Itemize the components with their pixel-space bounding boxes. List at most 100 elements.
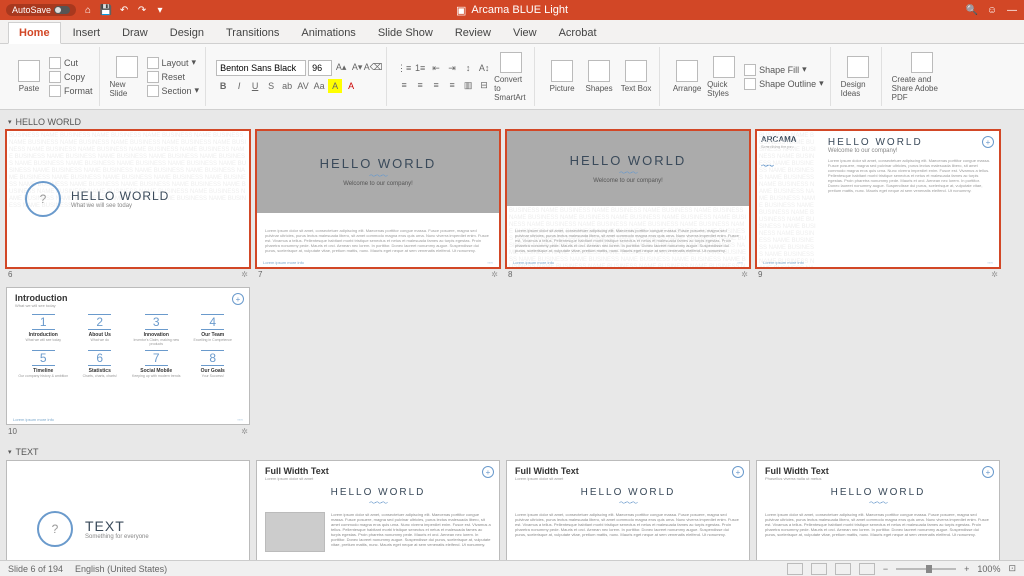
search-icon[interactable]: 🔍 — [966, 4, 978, 16]
slide-subtitle: Welcome to our company! — [828, 148, 991, 154]
picture-button[interactable]: Picture — [545, 52, 579, 102]
autosave-toggle[interactable]: AutoSave — [6, 4, 76, 16]
tab-home[interactable]: Home — [8, 22, 61, 44]
bullets-button[interactable]: ⋮≡ — [397, 61, 411, 75]
shapes-button[interactable]: Shapes — [582, 52, 616, 102]
zoom-in-button[interactable]: + — [964, 564, 969, 574]
columns-button[interactable]: ▥ — [461, 78, 475, 92]
align-left-button[interactable]: ≡ — [397, 78, 411, 92]
qat-dropdown-icon[interactable]: ▾ — [154, 4, 166, 16]
shadow-button[interactable]: ab — [280, 79, 294, 93]
design-ideas-button[interactable]: Design Ideas — [841, 52, 875, 102]
home-icon[interactable]: ⌂ — [82, 4, 94, 16]
slide-title: HELLO WORLD — [757, 487, 999, 498]
format-painter-button[interactable]: Format — [49, 84, 93, 98]
slideshow-view-button[interactable] — [859, 563, 875, 575]
zoom-out-button[interactable]: − — [883, 564, 888, 574]
section-header-hello[interactable]: ▾HELLO WORLD — [6, 114, 1018, 130]
tab-insert[interactable]: Insert — [63, 23, 111, 43]
document-title: ▣ Arcama BLUE Light — [456, 4, 568, 17]
user-icon[interactable]: ☺ — [986, 4, 998, 16]
slide-title: HELLO WORLD — [507, 487, 749, 498]
strike-button[interactable]: S — [264, 79, 278, 93]
language-status[interactable]: English (United States) — [75, 564, 167, 574]
highlight-button[interactable]: A — [328, 79, 342, 93]
slide-thumb-10[interactable]: + Introduction What we will see today 1I… — [6, 287, 250, 425]
wave-decoration-icon: ～～～ — [757, 498, 999, 508]
minimize-icon[interactable]: ― — [1006, 4, 1018, 16]
tab-design[interactable]: Design — [160, 23, 214, 43]
arrange-button[interactable]: Arrange — [670, 52, 704, 102]
font-size-combo[interactable] — [308, 60, 332, 76]
slide-thumb-12[interactable]: + Full Width Text Lorem ipsum dolor sit … — [256, 460, 500, 560]
align-text-button[interactable]: ⊟ — [477, 78, 491, 92]
clear-format-button[interactable]: A⌫ — [366, 60, 380, 74]
undo-icon[interactable]: ↶ — [118, 4, 130, 16]
zoom-level[interactable]: 100% — [977, 564, 1000, 574]
quick-styles-button[interactable]: Quick Styles — [707, 52, 741, 102]
plus-icon: + — [232, 293, 244, 305]
indent-left-button[interactable]: ⇤ — [429, 61, 443, 75]
bold-button[interactable]: B — [216, 79, 230, 93]
slide-thumb-14[interactable]: + Full Width Text Phasellus viverra null… — [756, 460, 1000, 560]
slide-sorter-canvas[interactable]: ▾HELLO WORLD BUSINESS NAME BUSINESS NAME… — [0, 110, 1024, 560]
indent-right-button[interactable]: ⇥ — [445, 61, 459, 75]
italic-button[interactable]: I — [232, 79, 246, 93]
fit-to-window-button[interactable]: ⊡ — [1008, 563, 1016, 574]
numbering-button[interactable]: 1≡ — [413, 61, 427, 75]
font-family-combo[interactable] — [216, 60, 306, 76]
new-slide-button[interactable]: New Slide — [110, 52, 144, 102]
align-right-button[interactable]: ≡ — [429, 78, 443, 92]
tab-review[interactable]: Review — [445, 23, 501, 43]
wave-decoration-icon: ～～～ — [257, 498, 499, 508]
ribbon: Paste Cut Copy Format New Slide Layout ▾… — [0, 44, 1024, 110]
slide-thumb-7[interactable]: HELLO WORLD ～～～ Welcome to our company! … — [256, 130, 500, 268]
textbox-button[interactable]: Text Box — [619, 52, 653, 102]
shape-outline-button[interactable]: Shape Outline ▾ — [744, 77, 824, 91]
intro-item: 4Our TeamExcelling in Competence — [187, 314, 240, 346]
animation-indicator-icon: ✲ — [491, 270, 498, 279]
tab-slideshow[interactable]: Slide Show — [368, 23, 443, 43]
tab-transitions[interactable]: Transitions — [216, 23, 289, 43]
text-direction-button[interactable]: A↕ — [477, 61, 491, 75]
slide-thumb-11[interactable]: ? TEXT Something for everyone — [6, 460, 250, 560]
tab-animations[interactable]: Animations — [291, 23, 365, 43]
underline-button[interactable]: U — [248, 79, 262, 93]
layout-button[interactable]: Layout ▾ — [147, 56, 200, 70]
slide-title: Introduction — [15, 293, 241, 303]
zoom-slider[interactable] — [896, 568, 956, 570]
line-spacing-button[interactable]: ↕ — [461, 61, 475, 75]
section-header-text[interactable]: ▾TEXT — [6, 444, 1018, 460]
section-button[interactable]: Section ▾ — [147, 84, 200, 98]
normal-view-button[interactable] — [787, 563, 803, 575]
convert-smartart-button[interactable]: Convert to SmartArt — [494, 52, 528, 102]
case-button[interactable]: Aa — [312, 79, 326, 93]
adobe-pdf-button[interactable]: Create and Share Adobe PDF — [892, 52, 952, 102]
tab-draw[interactable]: Draw — [112, 23, 158, 43]
footer-text: Lorem ipsum more info — [513, 260, 554, 265]
spacing-button[interactable]: AV — [296, 79, 310, 93]
shape-fill-button[interactable]: Shape Fill ▾ — [744, 63, 824, 77]
justify-button[interactable]: ≡ — [445, 78, 459, 92]
copy-button[interactable]: Copy — [49, 70, 93, 84]
slide-heading: Full Width Text — [507, 461, 749, 476]
decrease-font-button[interactable]: A▾ — [350, 60, 364, 74]
slide-thumb-9[interactable]: + BUSINESS NAME BUSINESS NAME BUSINESS N… — [756, 130, 1000, 268]
reset-button[interactable]: Reset — [147, 70, 200, 84]
redo-icon[interactable]: ↷ — [136, 4, 148, 16]
save-icon[interactable]: 💾 — [100, 4, 112, 16]
tab-acrobat[interactable]: Acrobat — [549, 23, 607, 43]
slide-thumb-6[interactable]: BUSINESS NAME BUSINESS NAME BUSINESS NAM… — [6, 130, 250, 268]
tab-view[interactable]: View — [503, 23, 547, 43]
cut-button[interactable]: Cut — [49, 56, 93, 70]
paste-button[interactable]: Paste — [12, 52, 46, 102]
slide-thumb-13[interactable]: + Full Width Text Lorem ipsum dolor sit … — [506, 460, 750, 560]
slide-number: 8 — [508, 270, 512, 279]
increase-font-button[interactable]: A▴ — [334, 60, 348, 74]
align-center-button[interactable]: ≡ — [413, 78, 427, 92]
slide-thumb-8[interactable]: + HELLO WORLD ～～～ Welcome to our company… — [506, 130, 750, 268]
reading-view-button[interactable] — [835, 563, 851, 575]
font-color-button[interactable]: A — [344, 79, 358, 93]
sorter-view-button[interactable] — [811, 563, 827, 575]
slide-counter[interactable]: Slide 6 of 194 — [8, 564, 63, 574]
